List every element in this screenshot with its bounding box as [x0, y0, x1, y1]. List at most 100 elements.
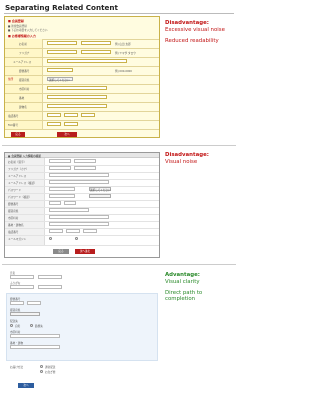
text-field[interactable]: [66, 229, 80, 233]
row-divider: [5, 93, 159, 94]
row-divider: [5, 102, 159, 103]
select-field[interactable]: [89, 194, 111, 198]
text-field[interactable]: [74, 159, 96, 163]
radio-label: 自宅: [15, 325, 21, 328]
radio-button[interactable]: [40, 370, 43, 373]
text-field[interactable]: [49, 187, 75, 191]
row-street-label: 番地: [19, 97, 25, 100]
text-field[interactable]: [49, 222, 109, 226]
email-field[interactable]: [47, 59, 127, 63]
kana-field[interactable]: [47, 50, 77, 54]
annotation-line: completion: [165, 296, 196, 303]
annotation-clean: Advantage: Visual clarity Direct path to…: [165, 272, 202, 303]
text-field[interactable]: [49, 208, 89, 212]
row-fax-label: FAX番号: [8, 124, 18, 127]
text-field[interactable]: [49, 166, 71, 170]
row-divider: [5, 235, 159, 236]
text-field[interactable]: [10, 285, 34, 289]
annotation-line: Visual clarity: [165, 278, 200, 285]
name-field-2[interactable]: [81, 41, 111, 45]
delivery-label: お届け方法: [10, 366, 23, 369]
annotation-line: Excessive visual noise: [165, 26, 225, 33]
street-field[interactable]: [47, 95, 107, 99]
radio-button[interactable]: [10, 324, 13, 327]
text-field[interactable]: [49, 194, 75, 198]
kana-field-2[interactable]: [81, 50, 111, 54]
text-field[interactable]: [74, 166, 96, 170]
row-label: パスワード: [8, 189, 21, 192]
row-kana-label: フリガナ: [19, 52, 30, 55]
text-field[interactable]: [83, 229, 97, 233]
annotation-heading: Advantage:: [165, 272, 200, 278]
row-divider: [5, 111, 159, 112]
text-field[interactable]: [10, 301, 24, 305]
row-divider: [5, 245, 159, 246]
name-field[interactable]: [47, 41, 77, 45]
text-field[interactable]: [38, 285, 62, 289]
text-field[interactable]: [49, 201, 61, 205]
title-divider: [4, 13, 234, 14]
row-kana-hint: 例) ヤマダ タロウ: [115, 52, 136, 55]
phone-field[interactable]: [47, 113, 61, 117]
building-field[interactable]: [47, 104, 107, 108]
row-name-label: お名前: [19, 43, 27, 46]
zip-field[interactable]: [47, 68, 73, 72]
radio-button[interactable]: [49, 237, 52, 240]
next-button[interactable]: 次へ: [57, 132, 77, 137]
form-sample-grid: ■ 会員登録 入力情報の確認 お名前（漢字） フリガナ（カナ） メールアドレス …: [4, 152, 160, 258]
text-field[interactable]: [27, 301, 41, 305]
fax-field[interactable]: [47, 122, 61, 126]
back-button[interactable]: 戻る: [53, 249, 69, 254]
city-field[interactable]: [47, 86, 107, 90]
radio-button[interactable]: [75, 237, 78, 240]
annotation-heading: Disadvantage:: [165, 152, 209, 158]
sample1-note-2: ■ 下記の項目を入力してください: [8, 29, 48, 32]
fax-field-2[interactable]: [64, 122, 78, 126]
row-zip-hint: 例) 000-0000: [115, 70, 132, 73]
form-sample-clean: 氏名 ふりがな 郵便番号 都道府県 配送先 自宅 勤務先 市区町村 番地・建物 …: [4, 269, 160, 393]
radio-button[interactable]: [30, 324, 33, 327]
row-divider: [5, 120, 159, 121]
sample1-section-header: ■ お客様情報の入力: [8, 34, 36, 38]
sample1-header: ■ 会員登録: [8, 19, 24, 23]
select-field[interactable]: [10, 312, 40, 316]
text-field[interactable]: [49, 173, 109, 177]
radio-button[interactable]: [40, 365, 43, 368]
text-field[interactable]: [10, 275, 34, 279]
annotation-cluttered: Disadvantage: Excessive visual noise Red…: [165, 20, 225, 44]
row-label: 都道府県: [8, 210, 19, 213]
row-divider: [5, 57, 159, 58]
row-label: フリガナ（カナ）: [8, 168, 29, 171]
annotation-line: Visual noise: [165, 158, 198, 165]
row-divider: [5, 75, 159, 76]
row-label: メールマガジン: [8, 238, 27, 241]
text-field[interactable]: [49, 180, 109, 184]
next-button[interactable]: 次へ進む: [75, 249, 95, 254]
text-field[interactable]: [49, 159, 71, 163]
row-divider: [5, 84, 159, 85]
phone-field-3[interactable]: [81, 113, 95, 117]
row-divider: [5, 228, 159, 229]
row-name-hint: 例) 山田 太郎: [115, 43, 131, 46]
annotation-line: Reduced readability: [165, 37, 219, 44]
radio-label: お急ぎ便: [45, 371, 56, 374]
text-field[interactable]: [10, 334, 60, 338]
page-title: Separating Related Content: [5, 3, 118, 12]
annotation-grid: Disadvantage: Visual noise: [165, 152, 209, 166]
text-field[interactable]: [38, 275, 62, 279]
row-pref-hint: 選択してください: [49, 78, 70, 82]
row-label: メールアドレス: [8, 175, 27, 178]
back-button[interactable]: 戻る: [11, 132, 25, 137]
row-email-label: メールアドレス: [13, 61, 32, 64]
select-label: 選択してください: [90, 188, 111, 192]
phone-field-2[interactable]: [64, 113, 78, 117]
text-field[interactable]: [49, 215, 109, 219]
text-field[interactable]: [10, 345, 60, 349]
submit-button[interactable]: 次へ: [18, 383, 34, 388]
text-field[interactable]: [64, 201, 76, 205]
field-label: 配送先: [10, 320, 18, 323]
row-divider: [5, 186, 159, 187]
row-divider: [5, 193, 159, 194]
row-phone-label: 電話番号: [8, 115, 19, 118]
text-field[interactable]: [49, 229, 63, 233]
